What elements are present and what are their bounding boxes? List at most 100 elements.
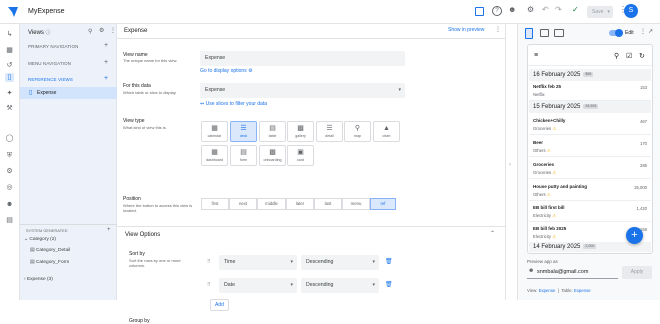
- sort-direction-select[interactable]: Descending ▾: [301, 278, 379, 293]
- search-icon[interactable]: ⚲: [88, 28, 92, 35]
- panel-splitter[interactable]: ›: [505, 24, 517, 300]
- avatar[interactable]: S: [624, 4, 638, 18]
- chevron-up-icon[interactable]: ⌃: [490, 230, 495, 237]
- view-item-label: Category_Form: [35, 260, 70, 265]
- view-type-detail[interactable]: ☰ detail: [316, 121, 343, 142]
- redo-icon[interactable]: ↷: [555, 5, 562, 14]
- add-reference-icon[interactable]: +: [104, 75, 108, 82]
- docs-icon[interactable]: ▤: [5, 216, 14, 225]
- drag-handle-icon[interactable]: ⠿: [207, 259, 211, 265]
- item-category-row: Others ⚠: [533, 148, 551, 154]
- position-first[interactable]: first: [201, 198, 229, 210]
- preview-email-input[interactable]: snmbala@gmail.com: [537, 269, 588, 275]
- views-settings-icon[interactable]: ⚙: [99, 27, 104, 34]
- undo-icon[interactable]: ↶: [542, 5, 549, 14]
- for-this-data-select[interactable]: Expense ▾: [200, 83, 405, 98]
- manage-icon[interactable]: ◎: [5, 183, 14, 192]
- view-type-calendar[interactable]: ▦ calendar: [201, 121, 228, 142]
- table-icon[interactable]: ▦: [5, 46, 14, 55]
- view-type-dashboard[interactable]: ▦ dashboard: [201, 145, 228, 166]
- sync-icon[interactable]: ↻: [639, 52, 645, 60]
- delete-icon[interactable]: 🗑: [385, 281, 393, 288]
- help-icon[interactable]: ?: [492, 6, 502, 16]
- automation-icon[interactable]: ↺: [5, 61, 14, 70]
- view-type-deck[interactable]: ☰ deck: [230, 121, 257, 142]
- position-next[interactable]: next: [229, 198, 257, 210]
- view-name-input[interactable]: Expense: [200, 51, 405, 66]
- group-expense[interactable]: › Expense (3): [24, 277, 53, 282]
- format-icon[interactable]: ⚒: [5, 104, 14, 113]
- add-fab-button[interactable]: +: [626, 227, 643, 244]
- search-icon[interactable]: ⚲: [614, 52, 619, 60]
- use-slices-link[interactable]: ↭ Use slices to filter your data: [200, 101, 267, 107]
- goto-display-link[interactable]: Go to display options ⚙: [200, 68, 253, 74]
- position-menu[interactable]: menu: [342, 198, 370, 210]
- views-more-icon[interactable]: ⋮: [110, 27, 116, 34]
- view-type-form[interactable]: ▤ form: [230, 145, 257, 166]
- list-item[interactable]: Netflix feb 25 Netflix 153: [529, 81, 651, 101]
- add-menu-icon[interactable]: +: [104, 59, 108, 66]
- share-user-icon[interactable]: ☻: [508, 5, 516, 14]
- tile-label: table: [268, 134, 277, 138]
- system-add-icon[interactable]: +: [107, 227, 111, 233]
- position-ref[interactable]: ref: [370, 198, 396, 210]
- tile-label: detail: [325, 134, 334, 138]
- card-icon: ▣: [297, 149, 304, 156]
- view-item-expense[interactable]: ▯ Expense: [20, 87, 117, 99]
- view-type-chart[interactable]: ▲ chart: [373, 121, 400, 142]
- sort-column-select[interactable]: Date ▾: [219, 278, 297, 293]
- select-icon[interactable]: ☑: [626, 52, 632, 60]
- app-title[interactable]: MyExpense: [28, 8, 65, 15]
- position-later[interactable]: later: [286, 198, 314, 210]
- tablet-device-icon[interactable]: [540, 29, 549, 37]
- desktop-device-icon[interactable]: [554, 29, 564, 37]
- editor-more-icon[interactable]: ⋮: [495, 26, 501, 33]
- view-type-map[interactable]: ⚲ map: [344, 121, 371, 142]
- security-icon[interactable]: ⛨: [5, 151, 14, 160]
- users-icon[interactable]: ☻: [5, 200, 14, 209]
- view-options-title[interactable]: View Options: [125, 232, 160, 238]
- list-item[interactable]: EB bill first bill Electricity ⚠ 1,420: [529, 202, 651, 222]
- list-item[interactable]: Chicken+Chilly Groceries ⚠ 467: [529, 115, 651, 135]
- apply-button[interactable]: Apply: [622, 266, 652, 279]
- view-item-category-form[interactable]: ▤ Category_Form: [30, 260, 69, 265]
- preview-more-icon[interactable]: ⋮: [640, 28, 646, 35]
- table-view-icon[interactable]: [475, 7, 484, 16]
- view-type-onboarding[interactable]: ▩ onboarding: [259, 145, 286, 166]
- count-badge: 28,505: [583, 103, 599, 109]
- add-primary-icon[interactable]: +: [104, 42, 108, 49]
- sort-direction-select[interactable]: Descending ▾: [301, 255, 379, 270]
- save-button[interactable]: Save ▾: [587, 6, 613, 18]
- add-sort-button[interactable]: Add: [210, 299, 229, 311]
- dashboard-icon: ▦: [211, 149, 218, 156]
- group-category[interactable]: ⌄ Category (2): [24, 237, 56, 242]
- view-type-gallery[interactable]: ▩ gallery: [287, 121, 314, 142]
- list-item[interactable]: Groceries Groceries ⚠ 285: [529, 159, 651, 179]
- intelligence-icon[interactable]: ◯: [5, 134, 14, 143]
- list-item[interactable]: Beer Others ⚠ 170: [529, 137, 651, 157]
- edit-toggle[interactable]: [609, 29, 623, 37]
- item-amount: 467: [640, 119, 647, 124]
- actions-icon[interactable]: ✦: [5, 89, 14, 98]
- settings-rail-icon[interactable]: ⚙: [5, 167, 14, 176]
- view-type-card[interactable]: ▣ card: [287, 145, 314, 166]
- data-icon[interactable]: ↳: [5, 30, 14, 39]
- open-external-icon[interactable]: ↗: [648, 28, 653, 35]
- view-item-category-detail[interactable]: ▤ Category_Detail: [30, 248, 70, 253]
- mobile-device-icon[interactable]: [525, 28, 533, 39]
- position-middle[interactable]: middle: [257, 198, 286, 210]
- drag-handle-icon[interactable]: ⠿: [207, 282, 211, 288]
- check-icon[interactable]: ✓: [572, 5, 579, 14]
- sort-column-select[interactable]: Time ▾: [219, 255, 297, 270]
- position-last[interactable]: last: [314, 198, 342, 210]
- footer-view-link[interactable]: Expense: [539, 288, 556, 293]
- list-item[interactable]: House putty and painting Others ⚠ 25,000: [529, 181, 651, 201]
- views-icon[interactable]: ▯: [5, 73, 14, 82]
- menu-icon[interactable]: ≡: [534, 52, 538, 59]
- show-in-preview-button[interactable]: Show in preview: [448, 27, 484, 33]
- footer-table-link[interactable]: Expense: [574, 288, 591, 293]
- view-type-table[interactable]: ▤ table: [259, 121, 286, 142]
- editor-title: Expense: [124, 28, 148, 34]
- settings-icon[interactable]: ⚙: [527, 5, 534, 14]
- delete-icon[interactable]: 🗑: [385, 258, 393, 265]
